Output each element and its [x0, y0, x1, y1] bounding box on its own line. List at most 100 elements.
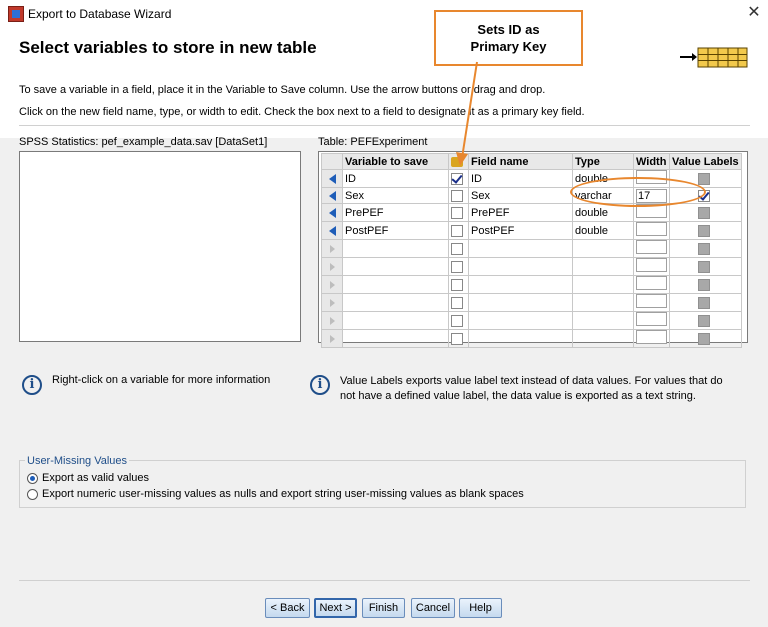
row-move-button[interactable]: [321, 329, 343, 348]
close-button[interactable]: ✕: [743, 3, 765, 23]
width-input[interactable]: [636, 222, 667, 236]
variable-cell[interactable]: Sex: [342, 187, 449, 204]
type-cell[interactable]: [572, 293, 634, 312]
finish-button[interactable]: Finish: [362, 598, 405, 618]
row-move-button[interactable]: [321, 293, 343, 312]
value-labels-checkbox[interactable]: [697, 242, 710, 255]
value-labels-checkbox[interactable]: [697, 172, 710, 185]
value-labels-cell[interactable]: [669, 239, 742, 258]
value-labels-checkbox[interactable]: [697, 314, 710, 327]
radio-export-nulls[interactable]: [27, 489, 38, 500]
field-name-cell[interactable]: [468, 239, 573, 258]
type-cell[interactable]: double: [572, 221, 634, 240]
width-cell[interactable]: [633, 293, 670, 312]
primary-key-checkbox[interactable]: [451, 224, 463, 237]
radio-export-valid-label[interactable]: Export as valid values: [42, 472, 149, 484]
primary-key-checkbox[interactable]: [451, 242, 463, 255]
primary-key-checkbox[interactable]: [451, 296, 463, 309]
width-input[interactable]: [636, 258, 667, 272]
width-input[interactable]: [636, 330, 667, 344]
primary-key-cell[interactable]: [448, 203, 469, 222]
value-labels-checkbox[interactable]: [697, 296, 710, 309]
field-name-cell[interactable]: ID: [468, 169, 573, 188]
value-labels-checkbox[interactable]: [697, 332, 710, 345]
field-name-cell[interactable]: [468, 311, 573, 330]
value-labels-cell[interactable]: [669, 221, 742, 240]
width-cell[interactable]: [633, 221, 670, 240]
value-labels-checkbox[interactable]: [697, 224, 710, 237]
primary-key-cell[interactable]: [448, 293, 469, 312]
value-labels-cell[interactable]: [669, 293, 742, 312]
value-labels-cell[interactable]: [669, 275, 742, 294]
type-cell[interactable]: [572, 257, 634, 276]
row-move-button[interactable]: [321, 239, 343, 258]
type-cell[interactable]: [572, 239, 634, 258]
width-cell[interactable]: [633, 311, 670, 330]
value-labels-cell[interactable]: [669, 311, 742, 330]
primary-key-checkbox[interactable]: [451, 260, 463, 273]
primary-key-cell[interactable]: [448, 239, 469, 258]
type-cell[interactable]: [572, 329, 634, 348]
value-labels-checkbox[interactable]: [697, 278, 710, 291]
value-labels-cell[interactable]: [669, 257, 742, 276]
field-name-cell[interactable]: Sex: [468, 187, 573, 204]
row-move-button[interactable]: [321, 169, 343, 188]
primary-key-cell[interactable]: [448, 187, 469, 204]
width-input[interactable]: [636, 240, 667, 254]
width-cell[interactable]: [633, 329, 670, 348]
back-button[interactable]: < Back: [265, 598, 310, 618]
type-cell[interactable]: [572, 275, 634, 294]
row-move-button[interactable]: [321, 311, 343, 330]
variable-cell[interactable]: [342, 329, 449, 348]
variable-cell[interactable]: ID: [342, 169, 449, 188]
variable-cell[interactable]: PrePEF: [342, 203, 449, 222]
source-variable-list[interactable]: [19, 151, 301, 342]
primary-key-checkbox[interactable]: [451, 172, 463, 185]
radio-export-valid[interactable]: [27, 473, 38, 484]
primary-key-checkbox[interactable]: [451, 189, 463, 202]
primary-key-cell[interactable]: [448, 169, 469, 188]
primary-key-cell[interactable]: [448, 221, 469, 240]
column-header-type: Type: [572, 153, 634, 170]
primary-key-checkbox[interactable]: [451, 314, 463, 327]
width-input[interactable]: [636, 294, 667, 308]
variable-cell[interactable]: PostPEF: [342, 221, 449, 240]
row-move-button[interactable]: [321, 275, 343, 294]
primary-key-cell[interactable]: [448, 329, 469, 348]
row-move-button[interactable]: [321, 257, 343, 276]
primary-key-checkbox[interactable]: [451, 278, 463, 291]
field-name-cell[interactable]: [468, 293, 573, 312]
variable-cell[interactable]: [342, 275, 449, 294]
value-labels-checkbox[interactable]: [697, 260, 710, 273]
variable-cell[interactable]: [342, 257, 449, 276]
help-button[interactable]: Help: [459, 598, 502, 618]
variable-cell[interactable]: [342, 311, 449, 330]
type-cell[interactable]: [572, 311, 634, 330]
field-name-cell[interactable]: [468, 329, 573, 348]
width-cell[interactable]: [633, 257, 670, 276]
row-move-button[interactable]: [321, 187, 343, 204]
primary-key-cell[interactable]: [448, 257, 469, 276]
value-labels-cell[interactable]: [669, 329, 742, 348]
primary-key-cell[interactable]: [448, 275, 469, 294]
field-name-cell[interactable]: [468, 275, 573, 294]
width-input[interactable]: [636, 276, 667, 290]
value-labels-checkbox[interactable]: [697, 206, 710, 219]
row-move-button[interactable]: [321, 203, 343, 222]
next-button[interactable]: Next >: [314, 598, 357, 618]
width-cell[interactable]: [633, 239, 670, 258]
field-name-cell[interactable]: [468, 257, 573, 276]
radio-export-nulls-label[interactable]: Export numeric user-missing values as nu…: [42, 488, 524, 500]
field-name-cell[interactable]: PostPEF: [468, 221, 573, 240]
primary-key-checkbox[interactable]: [451, 332, 463, 345]
width-input[interactable]: [636, 312, 667, 326]
primary-key-cell[interactable]: [448, 311, 469, 330]
cancel-button[interactable]: Cancel: [411, 598, 455, 618]
value-labels-cell[interactable]: [669, 203, 742, 222]
width-cell[interactable]: [633, 275, 670, 294]
variable-cell[interactable]: [342, 239, 449, 258]
primary-key-checkbox[interactable]: [451, 206, 463, 219]
row-move-button[interactable]: [321, 221, 343, 240]
field-name-cell[interactable]: PrePEF: [468, 203, 573, 222]
variable-cell[interactable]: [342, 293, 449, 312]
